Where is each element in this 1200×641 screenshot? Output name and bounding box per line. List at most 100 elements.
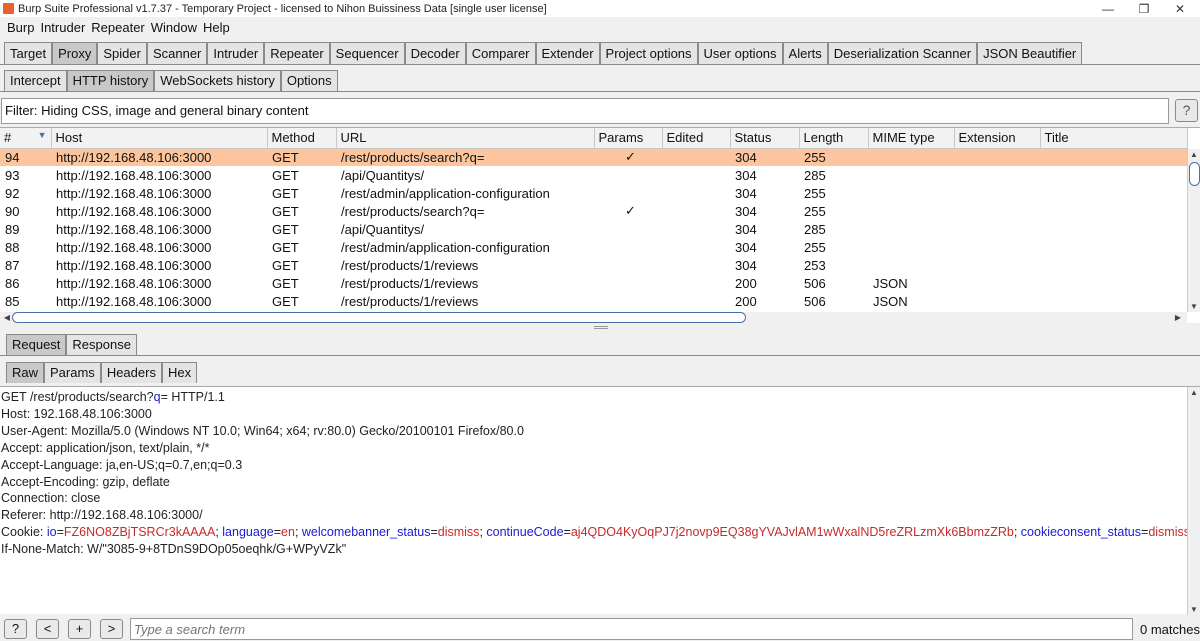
filter-help-button[interactable]: ? <box>1175 99 1198 122</box>
cell-length: 506 <box>804 293 826 309</box>
tab-user-options[interactable]: User options <box>697 42 783 64</box>
menu-burp[interactable]: Burp <box>4 20 37 35</box>
cell-host: http://192.168.48.106:3000 <box>51 148 267 166</box>
message-tabs: Request Response <box>6 334 137 355</box>
cell-edited <box>662 202 730 220</box>
col-title[interactable]: Title <box>1040 128 1188 149</box>
cell-id: 94 <box>0 148 51 166</box>
cell-host: http://192.168.48.106:3000 <box>56 185 212 201</box>
tab-params[interactable]: Params <box>44 362 101 383</box>
cell-params <box>594 256 662 274</box>
tab-json-beautifier[interactable]: JSON Beautifier <box>977 42 1083 64</box>
scroll-down-icon[interactable]: ▼ <box>1188 605 1200 614</box>
tab-headers[interactable]: Headers <box>100 362 162 383</box>
tab-comparer[interactable]: Comparer <box>465 42 536 64</box>
table-row[interactable]: 93 http://192.168.48.106:3000 GET/api/Quan… <box>0 166 1187 184</box>
col-url[interactable]: URL <box>336 128 595 149</box>
table-row[interactable]: 87 http://192.168.48.106:3000 GET/rest/pro… <box>0 256 1187 274</box>
request-header-line: User-Agent: Mozilla/5.0 (Windows NT 10.0… <box>1 423 524 438</box>
table-header: # ▼ Host Method URL Params Edited Status … <box>0 128 1188 149</box>
menu-help[interactable]: Help <box>200 20 233 35</box>
col-params[interactable]: Params <box>594 128 663 149</box>
search-next-button[interactable]: > <box>100 618 123 639</box>
tab-decoder[interactable]: Decoder <box>404 42 466 64</box>
cookie-name: cookieconsent_status <box>1020 525 1142 540</box>
tab-http-history[interactable]: HTTP history <box>66 70 155 91</box>
cell-mime-type <box>868 184 954 202</box>
tab-spider[interactable]: Spider <box>97 42 147 64</box>
col-host[interactable]: Host <box>51 128 268 149</box>
table-row[interactable]: 94 http://192.168.48.106:3000 GET/rest/pro… <box>0 148 1187 166</box>
table-vscroll-thumb[interactable] <box>1189 162 1200 186</box>
menu-intruder[interactable]: Intruder <box>37 20 88 35</box>
cell-url: /rest/admin/application-configuration <box>341 185 550 201</box>
tab-extender[interactable]: Extender <box>535 42 600 64</box>
title-bar: Burp Suite Professional v1.7.37 - Tempor… <box>0 0 1200 17</box>
col-id[interactable]: # ▼ <box>0 128 52 149</box>
maximize-button[interactable]: ❐ <box>1126 0 1162 17</box>
scroll-up-icon[interactable]: ▲ <box>1188 150 1200 159</box>
tab-deserialization-scanner[interactable]: Deserialization Scanner <box>827 42 978 64</box>
col-method[interactable]: Method <box>267 128 337 149</box>
tab-target[interactable]: Target <box>4 42 53 64</box>
search-input[interactable] <box>131 619 1132 639</box>
cell-extension <box>954 148 1040 166</box>
tab-websockets-history[interactable]: WebSockets history <box>154 70 281 91</box>
table-row[interactable]: 92 http://192.168.48.106:3000 GET/rest/adm… <box>0 184 1187 202</box>
search-help-button[interactable]: ? <box>4 618 27 639</box>
table-row[interactable]: 86 http://192.168.48.106:3000 GET/rest/pro… <box>0 274 1187 292</box>
cell-length: 285 <box>804 221 826 237</box>
tab-options[interactable]: Options <box>280 70 338 91</box>
cell-id: 90 <box>5 203 20 219</box>
col-edited[interactable]: Edited <box>662 128 731 149</box>
col-length[interactable]: Length <box>799 128 869 149</box>
table-row[interactable]: 85 http://192.168.48.106:3000 GET/rest/pro… <box>0 292 1187 310</box>
minimize-button[interactable]: — <box>1090 0 1126 17</box>
close-button[interactable]: ✕ <box>1162 0 1198 17</box>
tab-proxy[interactable]: Proxy <box>52 42 98 64</box>
filter-bar[interactable]: Filter: Hiding CSS, image and general bi… <box>1 98 1169 124</box>
cell-title <box>1040 274 1187 292</box>
pane-splitter[interactable] <box>594 326 608 329</box>
cell-status: 304 <box>730 148 799 166</box>
table-vertical-scrollbar[interactable]: ▲ ▼ <box>1187 149 1200 312</box>
cell-extension <box>954 256 1040 274</box>
scroll-down-icon[interactable]: ▼ <box>1188 302 1200 311</box>
menu-repeater[interactable]: Repeater <box>88 20 147 35</box>
col-mime-type[interactable]: MIME type <box>868 128 955 149</box>
col-status[interactable]: Status <box>730 128 800 149</box>
tab-request[interactable]: Request <box>6 334 67 355</box>
tab-alerts[interactable]: Alerts <box>782 42 828 64</box>
request-editor[interactable]: GET /rest/products/search?q= HTTP/1.1 Ho… <box>0 386 1200 615</box>
tab-response[interactable]: Response <box>66 334 137 355</box>
scroll-up-icon[interactable]: ▲ <box>1188 388 1200 397</box>
tab-intercept[interactable]: Intercept <box>4 70 67 91</box>
table-row[interactable]: 89 http://192.168.48.106:3000 GET/api/Quan… <box>0 220 1187 238</box>
tab-sequencer[interactable]: Sequencer <box>329 42 405 64</box>
tab-hex[interactable]: Hex <box>161 362 198 383</box>
tab-raw[interactable]: Raw <box>6 362 45 383</box>
cell-params: ✓ <box>625 203 636 218</box>
cell-status: 304 <box>735 167 757 183</box>
search-field[interactable] <box>130 618 1133 640</box>
table-hscroll-thumb[interactable] <box>12 312 746 323</box>
scroll-right-icon[interactable]: ▶ <box>1172 313 1184 322</box>
tab-repeater[interactable]: Repeater <box>264 42 330 64</box>
table-horizontal-scrollbar[interactable]: ◀ ▶ <box>0 312 1187 324</box>
request-header-line: Accept-Encoding: gzip, deflate <box>1 474 170 489</box>
tab-project-options[interactable]: Project options <box>599 42 698 64</box>
request-text[interactable]: GET /rest/products/search?q= HTTP/1.1 Ho… <box>0 387 1200 558</box>
menu-window[interactable]: Window <box>148 20 200 35</box>
request-vertical-scrollbar[interactable]: ▲ ▼ <box>1187 387 1200 615</box>
cell-status: 304 <box>735 221 757 237</box>
col-extension[interactable]: Extension <box>954 128 1041 149</box>
cell-edited <box>662 256 730 274</box>
search-previous-button[interactable]: < <box>36 618 59 639</box>
request-cookie-line: Cookie: io=FZ6NO8ZBjTSRCr3kAAAA; languag… <box>1 525 1190 540</box>
search-add-button[interactable]: + <box>68 618 91 639</box>
cell-params <box>594 274 662 292</box>
table-row[interactable]: 88 http://192.168.48.106:3000 GET/rest/adm… <box>0 238 1187 256</box>
tab-scanner[interactable]: Scanner <box>146 42 208 64</box>
table-row[interactable]: 90 http://192.168.48.106:3000 GET/rest/pro… <box>0 202 1187 220</box>
tab-intruder[interactable]: Intruder <box>207 42 265 64</box>
